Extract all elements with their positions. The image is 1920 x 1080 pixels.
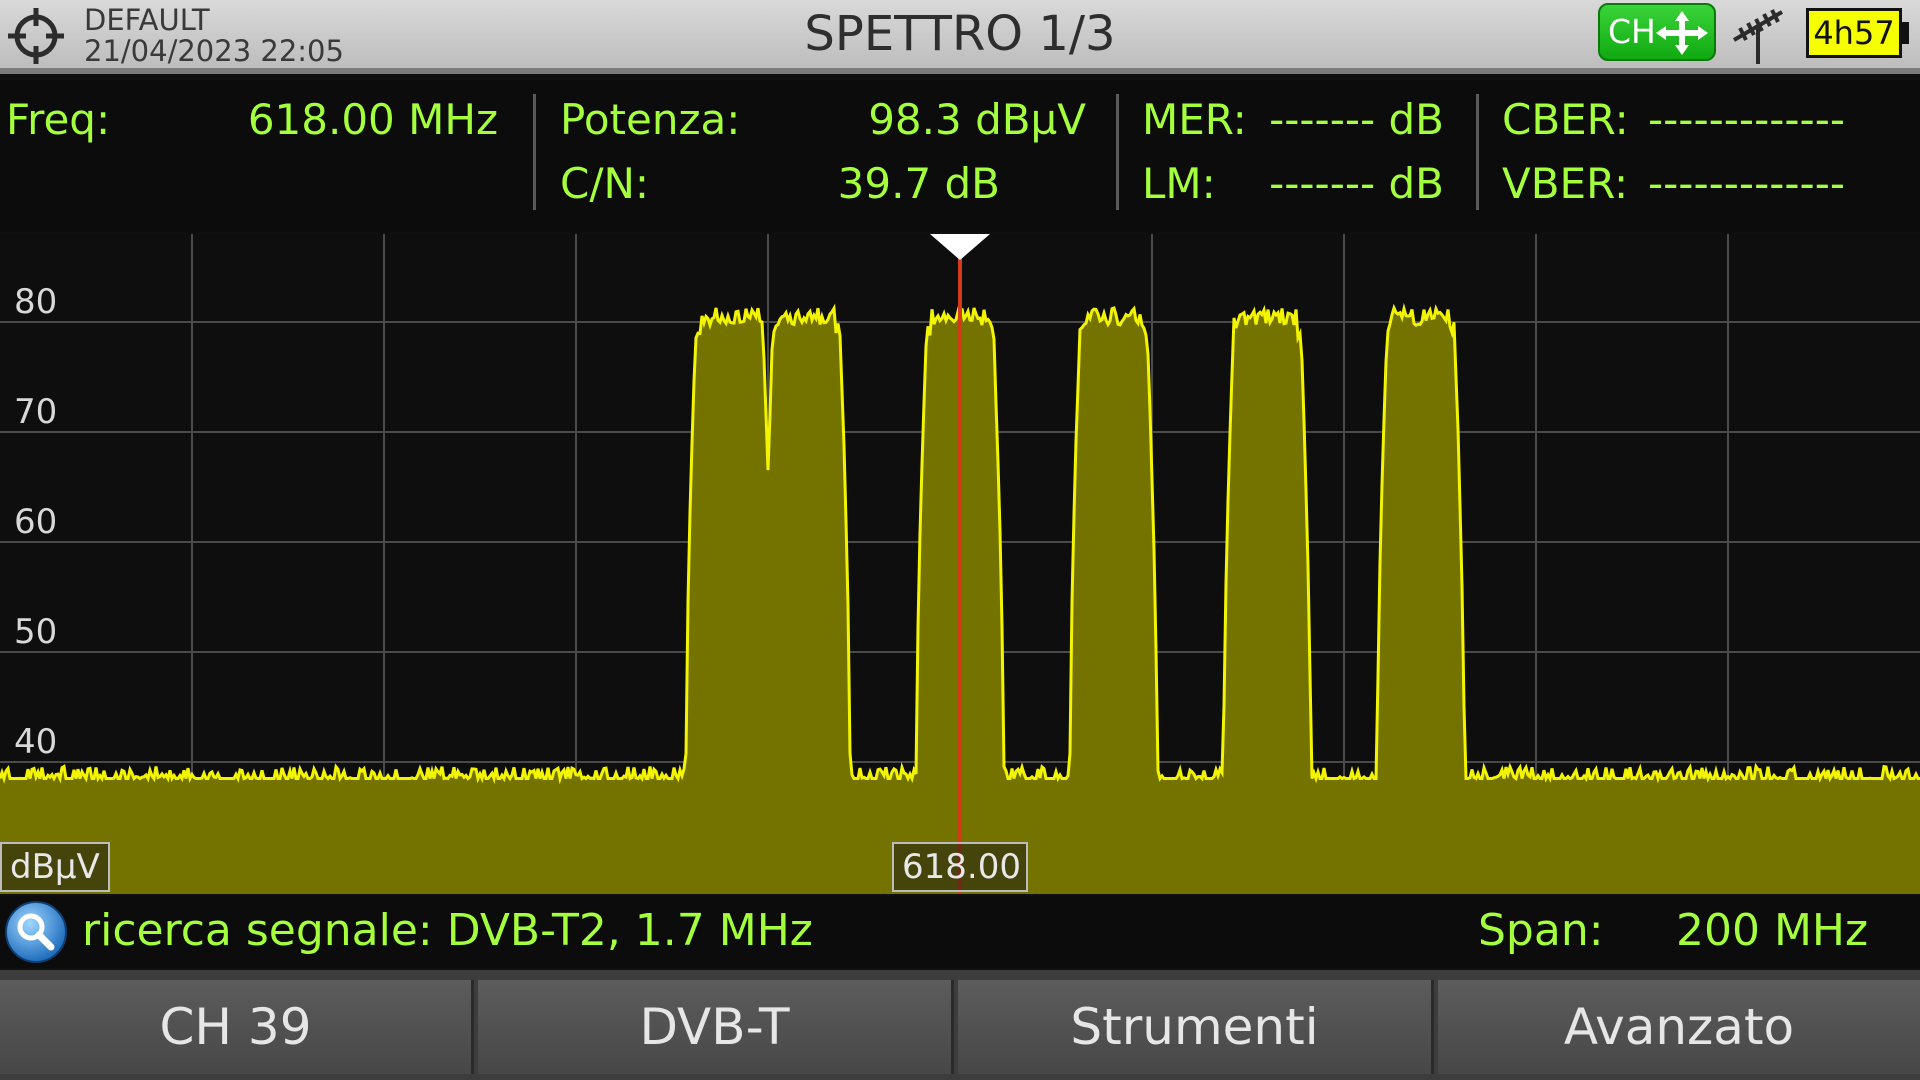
vber-value: ------------- bbox=[1648, 159, 1846, 208]
vber-label: VBER: bbox=[1502, 159, 1629, 208]
channel-move-button[interactable]: CH bbox=[1598, 3, 1716, 61]
battery-tip bbox=[1902, 22, 1909, 44]
cber-label: CBER: bbox=[1502, 95, 1629, 144]
freq-label: Freq: bbox=[6, 95, 111, 144]
search-icon bbox=[5, 901, 67, 963]
lm-value: ------- dB bbox=[1269, 159, 1444, 208]
y-tick-label: 40 bbox=[14, 722, 58, 762]
header-bar: DEFAULT 21/04/2023 22:05 SPETTRO 1/3 CH bbox=[0, 0, 1920, 74]
y-tick-label: 60 bbox=[14, 502, 58, 542]
cn-label: C/N: bbox=[560, 159, 650, 208]
divider bbox=[1116, 94, 1119, 210]
divider bbox=[1476, 94, 1479, 210]
y-tick-label: 50 bbox=[14, 612, 58, 652]
antenna-icon bbox=[1732, 9, 1784, 64]
y-tick-label: 70 bbox=[14, 392, 58, 432]
battery-indicator: 4h57 bbox=[1806, 8, 1902, 58]
softkey-bar: CH 39 DVB-T Strumenti Avanzato bbox=[0, 970, 1920, 1080]
softkey-channel[interactable]: CH 39 bbox=[0, 980, 474, 1074]
mer-value: ------- dB bbox=[1269, 95, 1444, 144]
marker-frequency-label: 618.00 bbox=[892, 842, 1028, 892]
softkey-standard[interactable]: DVB-T bbox=[478, 980, 954, 1074]
mer-label: MER: bbox=[1142, 95, 1247, 144]
divider bbox=[533, 94, 536, 210]
measurement-panel: Freq: 618.00 MHz Potenza: 98.3 dBµV C/N:… bbox=[0, 80, 1920, 232]
spectrum-chart[interactable]: 80 70 60 50 40 dBµV 618.00 bbox=[0, 234, 1920, 894]
lm-label: LM: bbox=[1142, 159, 1216, 208]
cber-value: ------------- bbox=[1648, 95, 1846, 144]
y-unit-label: dBµV bbox=[0, 842, 110, 892]
status-bar: ricerca segnale: DVB-T2, 1.7 MHz Span: 2… bbox=[0, 896, 1920, 968]
move-arrows-icon bbox=[1656, 11, 1708, 55]
cn-value: 39.7 dB bbox=[837, 159, 1000, 208]
channel-move-label: CH bbox=[1608, 12, 1656, 51]
y-tick-label: 80 bbox=[14, 282, 58, 322]
softkey-advanced[interactable]: Avanzato bbox=[1438, 980, 1920, 1074]
softkey-tools[interactable]: Strumenti bbox=[958, 980, 1434, 1074]
span-label: Span: bbox=[1478, 905, 1604, 956]
span-value: 200 MHz bbox=[1676, 905, 1869, 956]
signal-search-status: ricerca segnale: DVB-T2, 1.7 MHz bbox=[82, 905, 813, 956]
power-label: Potenza: bbox=[560, 95, 741, 144]
power-value: 98.3 dBµV bbox=[868, 95, 1086, 144]
spectrum-plot[interactable] bbox=[0, 234, 1920, 894]
freq-value: 618.00 MHz bbox=[247, 95, 498, 144]
